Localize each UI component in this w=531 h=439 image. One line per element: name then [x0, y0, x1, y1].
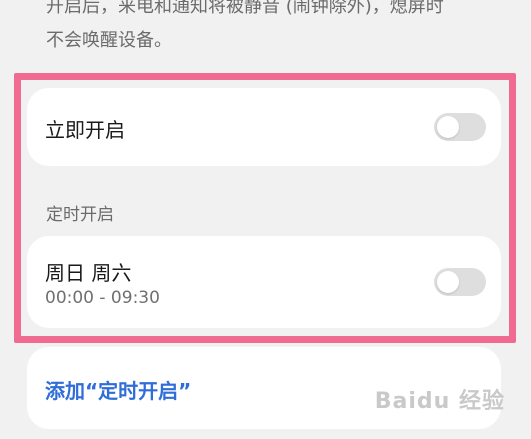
add-schedule-link[interactable]: 添加“定时开启”: [45, 375, 191, 404]
do-not-disturb-screen: 开启后，来电和通知将被静音 (闹钟除外)，熄屏时 不会唤醒设备。 立即开启 定时…: [0, 0, 531, 439]
description-line-2: 不会唤醒设备。: [46, 30, 172, 51]
highlight-annotation-frame: [14, 73, 516, 343]
description-text: 开启后，来电和通知将被静音 (闹钟除外)，熄屏时 不会唤醒设备。: [46, 0, 516, 58]
description-line-1: 开启后，来电和通知将被静音 (闹钟除外)，熄屏时: [46, 0, 444, 17]
baidu-watermark-logo: Baidu 经验: [374, 389, 505, 414]
